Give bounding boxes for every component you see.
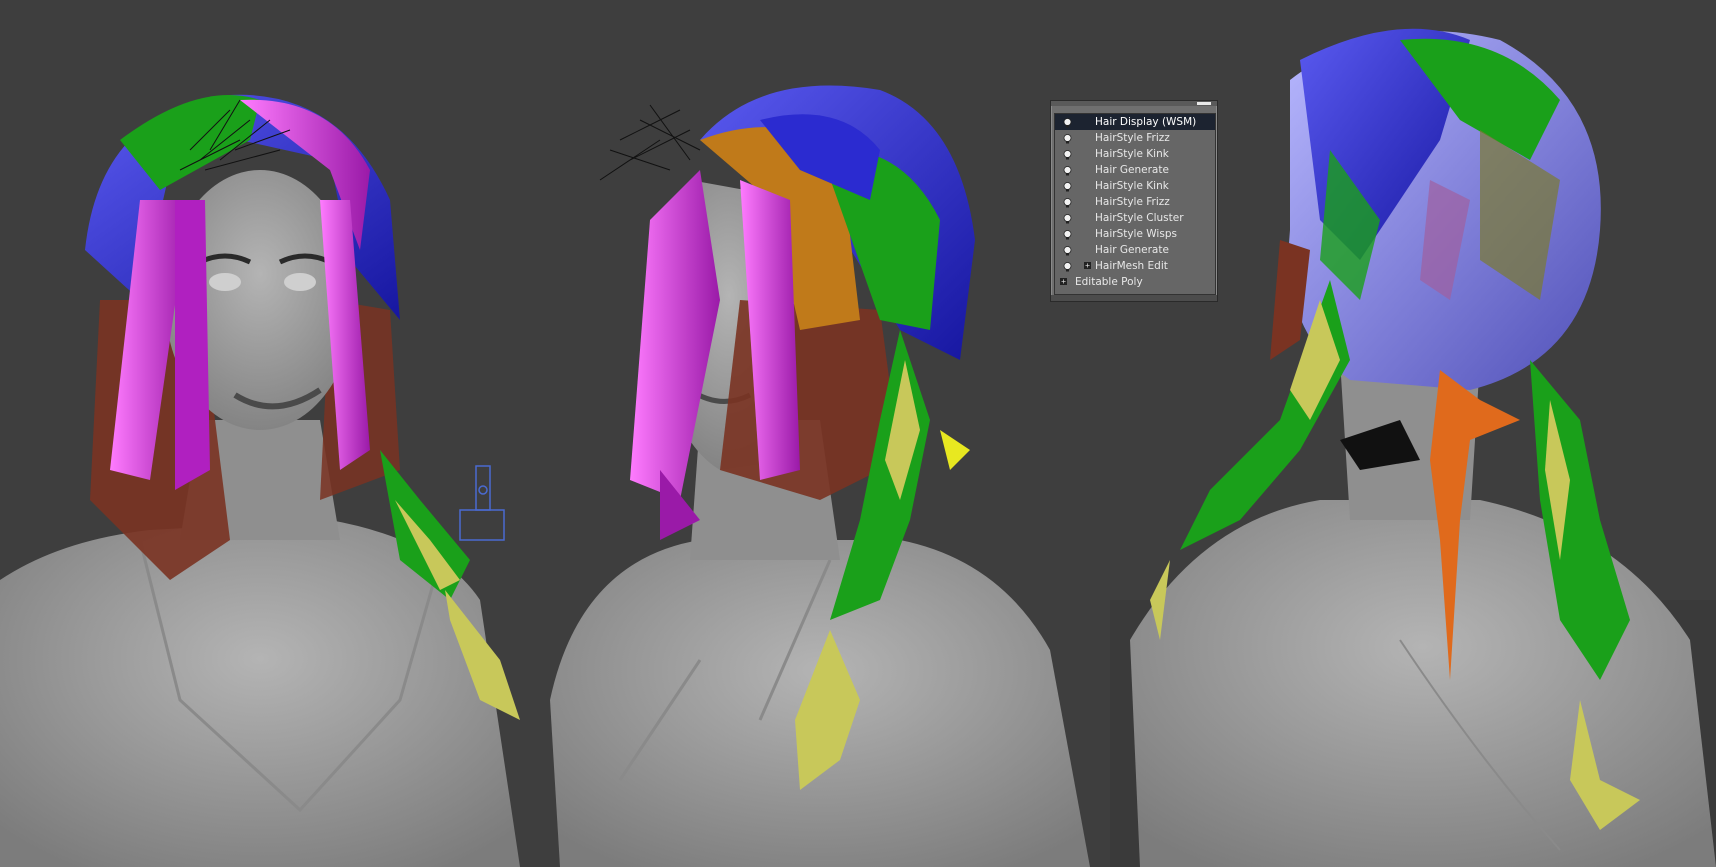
modifier-stack-item[interactable]: + HairMesh Edit (1055, 258, 1215, 274)
modifier-stack-panel: Hair Display (WSM) HairStyle Frizz HairSty… (1050, 100, 1218, 302)
hair-helper-gizmo-icon[interactable] (459, 465, 505, 541)
modifier-stack-item[interactable]: HairStyle Wisps (1055, 226, 1215, 242)
lightbulb-icon[interactable] (1063, 165, 1072, 176)
panel-grip[interactable] (1197, 102, 1211, 105)
figure-three-quarter-view (550, 85, 1090, 867)
modifier-stack-item-label: HairStyle Frizz (1095, 196, 1170, 208)
modifier-stack-item-label: Hair Generate (1095, 164, 1169, 176)
modifier-stack-list[interactable]: Hair Display (WSM) HairStyle Frizz HairSty… (1054, 113, 1216, 295)
plus-box-icon[interactable]: + (1084, 262, 1091, 270)
lightbulb-icon[interactable] (1063, 197, 1072, 208)
modifier-stack-item[interactable]: HairStyle Kink (1055, 146, 1215, 162)
modifier-stack-item[interactable]: Hair Generate (1055, 242, 1215, 258)
lightbulb-icon[interactable] (1063, 133, 1072, 144)
modifier-stack-item-label: HairMesh Edit (1095, 260, 1168, 272)
modifier-stack-item-label: HairStyle Cluster (1095, 212, 1184, 224)
lightbulb-icon[interactable] (1063, 261, 1072, 272)
lightbulb-icon[interactable] (1063, 117, 1072, 128)
modifier-stack-item-label: Editable Poly (1075, 276, 1143, 288)
lightbulb-icon[interactable] (1063, 181, 1072, 192)
perspective-viewport[interactable] (0, 0, 1716, 867)
lightbulb-icon[interactable] (1063, 213, 1072, 224)
modifier-stack-item[interactable]: Hair Generate (1055, 162, 1215, 178)
modifier-stack-item-label: HairStyle Kink (1095, 180, 1169, 192)
modifier-stack-item[interactable]: HairStyle Cluster (1055, 210, 1215, 226)
modifier-stack-item-label: Hair Generate (1095, 244, 1169, 256)
lightbulb-icon[interactable] (1063, 149, 1072, 160)
modifier-stack-item[interactable]: + Editable Poly (1055, 274, 1215, 290)
panel-bottom-bar (1051, 295, 1217, 301)
modifier-stack-item-label: HairStyle Wisps (1095, 228, 1177, 240)
panel-title-bar[interactable] (1051, 101, 1217, 106)
modifier-stack-item[interactable]: HairStyle Frizz (1055, 194, 1215, 210)
modifier-stack-item[interactable]: HairStyle Frizz (1055, 130, 1215, 146)
modifier-stack-item-label: HairStyle Kink (1095, 148, 1169, 160)
lightbulb-icon[interactable] (1063, 245, 1072, 256)
plus-box-icon[interactable]: + (1060, 278, 1067, 286)
modifier-stack-item[interactable]: Hair Display (WSM) (1055, 114, 1215, 130)
modifier-stack-item-label: HairStyle Frizz (1095, 132, 1170, 144)
lightbulb-icon[interactable] (1063, 229, 1072, 240)
figure-front-view (0, 94, 520, 867)
modifier-stack-item-label: Hair Display (WSM) (1095, 116, 1197, 128)
modifier-stack-item[interactable]: HairStyle Kink (1055, 178, 1215, 194)
